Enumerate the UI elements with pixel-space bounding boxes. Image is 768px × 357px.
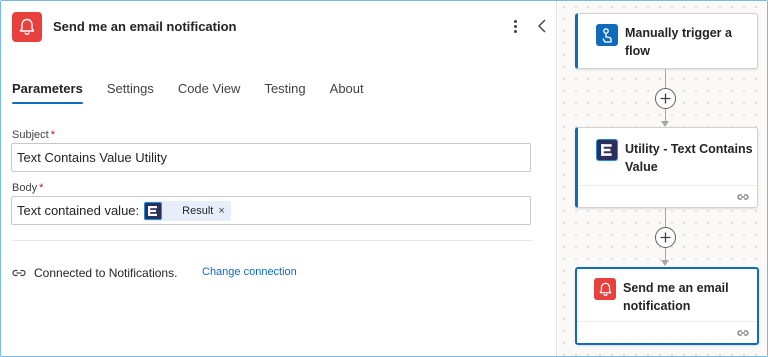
token-remove-icon[interactable]: × (218, 205, 224, 217)
tab-code-view[interactable]: Code View (178, 81, 241, 104)
body-label-text: Body (12, 182, 38, 194)
dynamic-content-token[interactable]: Result × (144, 200, 231, 221)
tab-testing[interactable]: Testing (264, 81, 305, 104)
link-icon (737, 330, 749, 336)
subject-label-text: Subject (12, 129, 49, 141)
email-card-title: Send me an email notification (623, 281, 729, 313)
required-mark: * (50, 129, 55, 141)
utility-icon (144, 201, 163, 220)
subject-value: Text Contains Value Utility (17, 150, 168, 165)
subject-label: Subject * (12, 129, 55, 141)
utility-card[interactable]: Utility - Text Contains Value (575, 127, 758, 208)
link-icon (12, 269, 26, 277)
touch-icon (596, 24, 618, 46)
connection-status: Connected to Notifications. (34, 266, 178, 280)
card-footer (577, 321, 757, 343)
change-connection-link[interactable]: Change connection (202, 266, 297, 278)
body-input[interactable]: Text contained value: Result × (11, 196, 531, 225)
panel-title: Send me an email notification (53, 19, 237, 34)
tab-settings[interactable]: Settings (107, 81, 154, 104)
tab-bar: Parameters Settings Code View Testing Ab… (12, 81, 388, 104)
plus-circle-icon[interactable] (655, 227, 676, 248)
card-footer (578, 185, 757, 207)
tab-about[interactable]: About (330, 81, 364, 104)
more-vertical-icon[interactable] (507, 14, 523, 38)
tab-parameters[interactable]: Parameters (12, 81, 83, 104)
subject-input[interactable]: Text Contains Value Utility (11, 143, 531, 172)
bell-icon (12, 12, 42, 42)
divider (12, 240, 532, 241)
trigger-card-title: Manually trigger a flow (625, 26, 732, 58)
bell-icon (594, 278, 616, 300)
link-icon (737, 194, 749, 200)
connector-line (665, 69, 666, 89)
body-label: Body * (12, 182, 43, 194)
body-text: Text contained value: (17, 203, 140, 218)
email-notification-card[interactable]: Send me an email notification (575, 267, 759, 345)
required-mark: * (39, 182, 44, 194)
utility-card-title: Utility - Text Contains Value (625, 142, 753, 174)
properties-panel: Send me an email notification Parameters… (1, 1, 557, 356)
chevron-left-icon[interactable] (534, 15, 552, 37)
trigger-card[interactable]: Manually trigger a flow (575, 13, 758, 69)
utility-icon (596, 139, 618, 161)
connector-line (665, 208, 666, 228)
token-label: Result (182, 204, 214, 217)
connector-arrow (661, 260, 669, 266)
plus-circle-icon[interactable] (655, 88, 676, 109)
